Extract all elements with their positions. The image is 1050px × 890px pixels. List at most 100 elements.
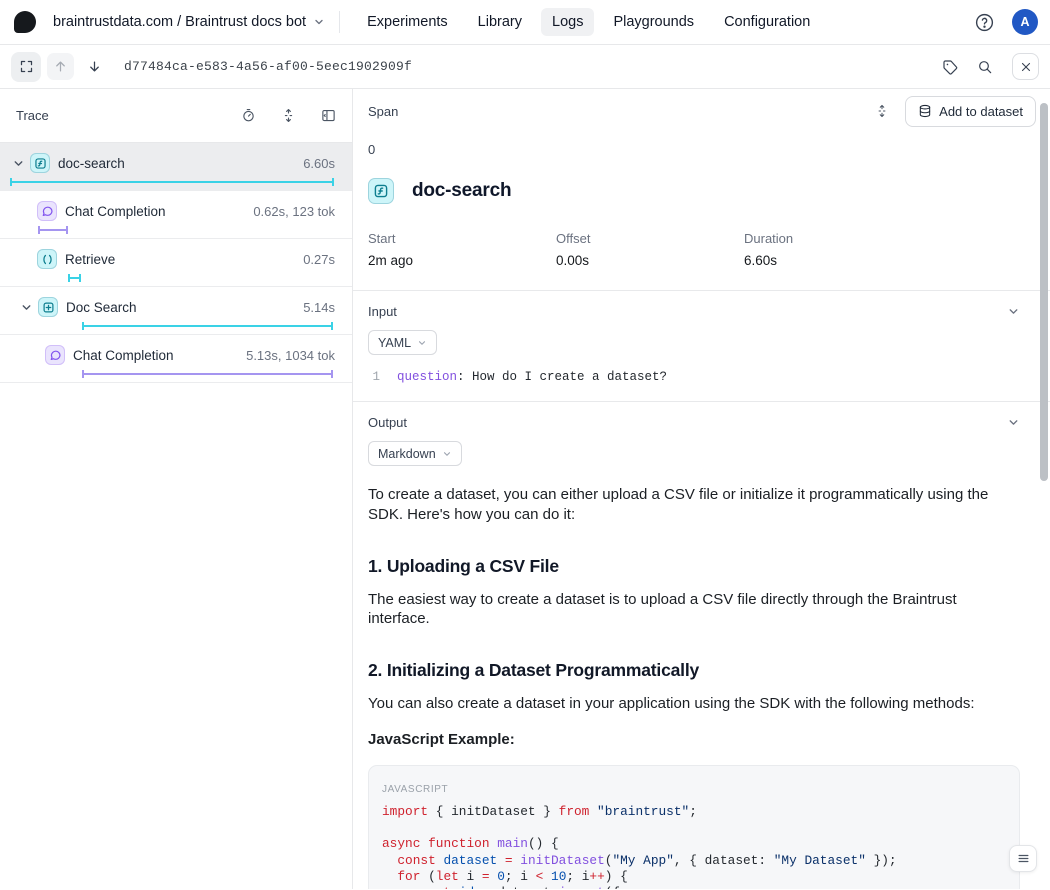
top-nav: braintrustdata.com / Braintrust docs bot… bbox=[0, 0, 1050, 45]
braintrust-logo[interactable] bbox=[14, 11, 36, 33]
span-meta: Start 2m ago Offset 0.00s Duration 6.60s bbox=[368, 231, 1020, 268]
span-duration: 0.62s, 123 tok bbox=[253, 204, 352, 219]
markdown-paragraph: You can also create a dataset in your ap… bbox=[368, 694, 1020, 714]
trace-toolbar-right bbox=[942, 53, 1039, 80]
span-name: Retrieve bbox=[65, 252, 115, 267]
span-panel-actions: Add to dataset bbox=[875, 96, 1036, 127]
code-line: for (let i = 0; i < 10; i++) { bbox=[382, 869, 1006, 885]
section-divider bbox=[353, 290, 1050, 291]
markdown-heading: 1. Uploading a CSV File bbox=[368, 556, 1020, 577]
code-line: async function main() { bbox=[382, 836, 1006, 852]
input-section-header[interactable]: Input bbox=[368, 304, 1020, 319]
chevron-down-icon bbox=[417, 338, 427, 348]
trace-span-row[interactable]: doc-search6.60s bbox=[0, 143, 352, 191]
span-index: 0 bbox=[368, 142, 1020, 157]
span-timeline-bar bbox=[68, 274, 81, 282]
span-timeline-bar bbox=[82, 370, 333, 378]
markdown-paragraph: To create a dataset, you can either uplo… bbox=[368, 485, 1020, 525]
chevron-down-icon[interactable] bbox=[20, 301, 33, 314]
section-divider bbox=[353, 401, 1050, 402]
trace-span-row[interactable]: Doc Search5.14s bbox=[0, 287, 352, 335]
markdown-bold-label: JavaScript Example: bbox=[368, 731, 1020, 748]
span-timeline-bar bbox=[10, 178, 334, 186]
trace-span-row[interactable]: Chat Completion0.62s, 123 tok bbox=[0, 191, 352, 239]
main-split: Trace doc-search6.60sChat Completion0.62… bbox=[0, 89, 1050, 889]
expand-rows-icon[interactable] bbox=[281, 108, 296, 123]
trace-id: d77484ca-e583-4a56-af00-5eec1902909f bbox=[124, 59, 412, 74]
chevron-down-icon bbox=[442, 449, 452, 459]
trace-panel-header: Trace bbox=[0, 89, 352, 143]
next-row-button[interactable] bbox=[81, 53, 108, 80]
close-icon[interactable] bbox=[1012, 53, 1039, 80]
output-format-value: Markdown bbox=[378, 447, 436, 461]
chevron-down-icon bbox=[313, 16, 325, 28]
span-panel-header: Span Add to dataset bbox=[353, 89, 1050, 133]
add-to-dataset-label: Add to dataset bbox=[939, 104, 1023, 119]
tag-icon[interactable] bbox=[942, 59, 958, 75]
nav-right: A bbox=[974, 9, 1038, 35]
span-panel: Span Add to dataset 0 bbox=[353, 89, 1050, 889]
span-timeline-bar bbox=[38, 226, 68, 234]
timer-icon[interactable] bbox=[241, 108, 256, 123]
collapse-panel-icon[interactable] bbox=[321, 108, 336, 123]
meta-start: Start 2m ago bbox=[368, 231, 556, 268]
search-icon[interactable] bbox=[977, 59, 993, 75]
app-window: braintrustdata.com / Braintrust docs bot… bbox=[0, 0, 1050, 890]
input-code-line: 1 question: How do I create a dataset? bbox=[368, 370, 1020, 384]
add-to-dataset-button[interactable]: Add to dataset bbox=[905, 96, 1036, 127]
javascript-code-block: JAVASCRIPT import { initDataset } from "… bbox=[368, 765, 1020, 889]
markdown-heading: 2. Initializing a Dataset Programmatical… bbox=[368, 660, 1020, 681]
output-section-label: Output bbox=[368, 415, 407, 430]
chat-icon bbox=[37, 201, 57, 221]
input-format-dropdown[interactable]: YAML bbox=[368, 330, 437, 355]
code-language-label: JAVASCRIPT bbox=[382, 784, 1006, 795]
expand-trace-icon[interactable] bbox=[11, 52, 41, 82]
output-format-dropdown[interactable]: Markdown bbox=[368, 441, 462, 466]
output-section-header[interactable]: Output bbox=[368, 415, 1020, 430]
trace-toolbar: d77484ca-e583-4a56-af00-5eec1902909f bbox=[0, 45, 1050, 89]
meta-duration-value: 6.60s bbox=[744, 253, 932, 268]
meta-start-label: Start bbox=[368, 231, 556, 246]
avatar[interactable]: A bbox=[1012, 9, 1038, 35]
nav-tab-playgrounds[interactable]: Playgrounds bbox=[602, 8, 705, 36]
nav-divider bbox=[339, 11, 340, 33]
trace-span-row[interactable]: Retrieve0.27s bbox=[0, 239, 352, 287]
function-icon bbox=[368, 178, 394, 204]
trace-panel-title: Trace bbox=[16, 108, 49, 123]
project-breadcrumb[interactable]: braintrustdata.com / Braintrust docs bot bbox=[53, 14, 325, 30]
span-name: doc-search bbox=[58, 156, 125, 171]
span-title: doc-search bbox=[412, 180, 511, 202]
table-of-contents-button[interactable] bbox=[1009, 845, 1037, 872]
span-title-row: doc-search bbox=[368, 178, 1020, 204]
resize-vertical-icon[interactable] bbox=[875, 104, 889, 118]
nav-tab-configuration[interactable]: Configuration bbox=[713, 8, 821, 36]
parens-icon bbox=[37, 249, 57, 269]
trace-span-tree: doc-search6.60sChat Completion0.62s, 123… bbox=[0, 143, 352, 383]
chevron-down-icon[interactable] bbox=[1007, 416, 1020, 429]
nav-tabs: Experiments Library Logs Playgrounds Configu… bbox=[356, 8, 821, 36]
meta-duration-label: Duration bbox=[744, 231, 932, 246]
span-name: Chat Completion bbox=[73, 348, 174, 363]
chat-icon bbox=[45, 345, 65, 365]
trace-panel: Trace doc-search6.60sChat Completion0.62… bbox=[0, 89, 353, 889]
code-line: const dataset = initDataset("My App", { … bbox=[382, 853, 1006, 869]
span-name: Doc Search bbox=[66, 300, 137, 315]
scrollbar-thumb[interactable] bbox=[1040, 103, 1048, 481]
input-format-value: YAML bbox=[378, 336, 411, 350]
nav-tab-library[interactable]: Library bbox=[467, 8, 533, 36]
chevron-down-icon[interactable] bbox=[12, 157, 25, 170]
meta-offset: Offset 0.00s bbox=[556, 231, 744, 268]
trace-span-row[interactable]: Chat Completion5.13s, 1034 tok bbox=[0, 335, 352, 383]
meta-start-value: 2m ago bbox=[368, 253, 556, 268]
help-icon[interactable] bbox=[974, 12, 995, 33]
trace-panel-actions bbox=[241, 108, 336, 123]
nav-tab-experiments[interactable]: Experiments bbox=[356, 8, 459, 36]
chevron-down-icon[interactable] bbox=[1007, 305, 1020, 318]
markdown-paragraph: The easiest way to create a dataset is t… bbox=[368, 590, 1020, 630]
input-code-text: question: How do I create a dataset? bbox=[397, 370, 667, 384]
span-timeline-bar bbox=[82, 322, 333, 330]
span-panel-title: Span bbox=[368, 104, 398, 119]
input-section-label: Input bbox=[368, 304, 397, 319]
prev-row-button[interactable] bbox=[47, 53, 74, 80]
nav-tab-logs[interactable]: Logs bbox=[541, 8, 594, 36]
